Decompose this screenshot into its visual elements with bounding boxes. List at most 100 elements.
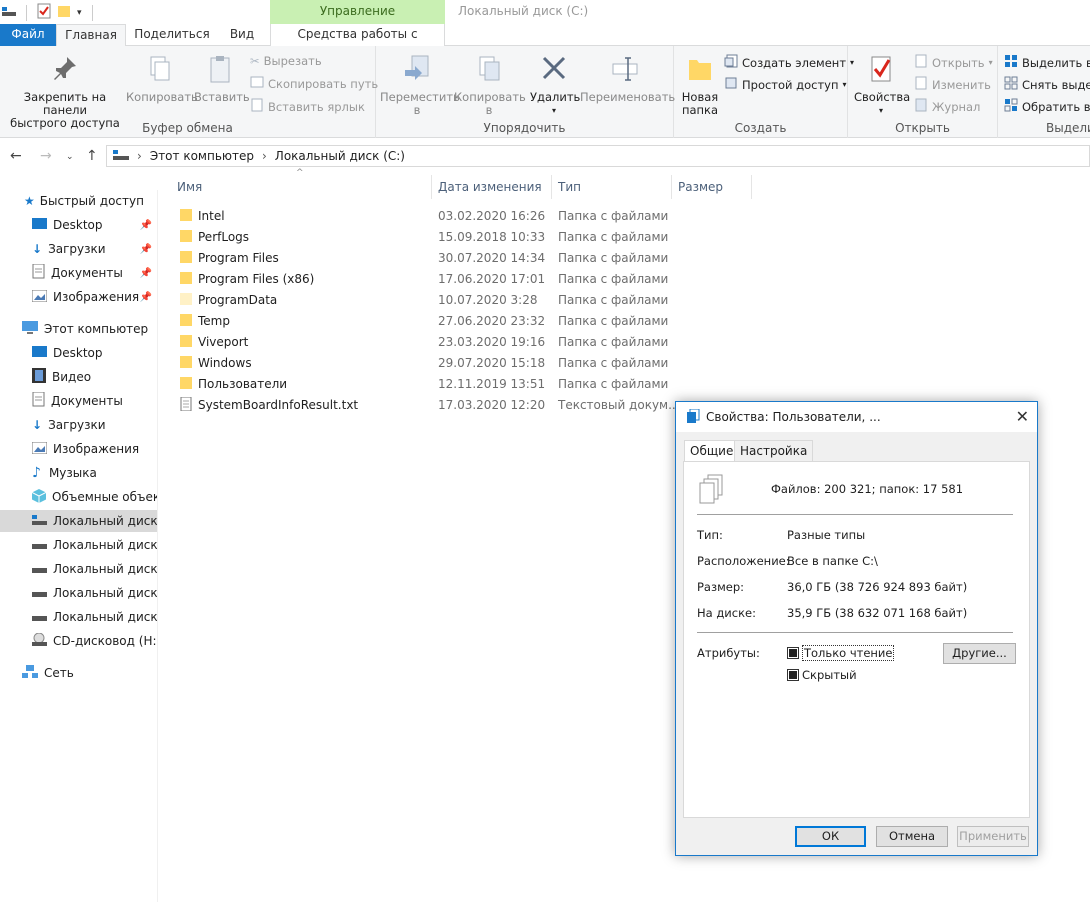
table-row[interactable]: Intel 03.02.2020 16:26 Папка с файлами <box>170 205 670 226</box>
table-row[interactable]: Program Files (x86) 17.06.2020 17:01 Пап… <box>170 268 670 289</box>
sidebar-item-disk-d[interactable]: Локальный диск (D <box>0 534 157 556</box>
new-item-button[interactable]: Создать элемент ▾ <box>724 54 854 71</box>
sidebar-item-pc-desktop[interactable]: Desktop <box>0 342 157 364</box>
move-to-button[interactable]: Переместить в <box>380 54 460 117</box>
file-type: Папка с файлами <box>558 208 669 223</box>
sidebar-item-label: Локальный диск (C <box>53 514 158 528</box>
hidden-checkbox[interactable]: Скрытый <box>787 668 857 682</box>
cancel-button[interactable]: Отмена <box>876 826 948 847</box>
tab-home[interactable]: Главная <box>56 24 126 47</box>
sidebar-item-pc-documents[interactable]: Документы <box>0 390 157 412</box>
copy-path-button[interactable]: Скопировать путь <box>250 76 378 91</box>
recent-dropdown-icon[interactable]: ⌄ <box>66 152 74 162</box>
easy-access-button[interactable]: Простой доступ ▾ <box>724 76 847 93</box>
table-row[interactable]: ProgramData 10.07.2020 3:28 Папка с файл… <box>170 289 670 310</box>
tab-view[interactable]: Вид <box>220 24 264 46</box>
sidebar-item-disk-c[interactable]: Локальный диск (C <box>0 510 158 532</box>
pin-icon[interactable]: 📌 <box>140 292 152 303</box>
delete-button[interactable]: Удалить ▾ <box>530 54 580 117</box>
sidebar-item-pc-downloads[interactable]: ↓ Загрузки <box>0 414 157 436</box>
file-type: Папка с файлами <box>558 292 669 307</box>
sidebar-item-disk-e[interactable]: Локальный диск (E <box>0 558 157 580</box>
properties-check-icon[interactable] <box>37 3 51 22</box>
sidebar-item-this-pc[interactable]: Этот компьютер <box>0 318 157 340</box>
open-button[interactable]: Открыть ▾ <box>914 54 993 71</box>
select-none-label: Снять выдел <box>1022 77 1090 92</box>
sidebar-item-label: Изображения <box>53 442 140 456</box>
sidebar-item-pc-video[interactable]: Видео <box>0 366 157 388</box>
edit-button[interactable]: Изменить <box>914 76 991 93</box>
table-row[interactable]: PerfLogs 15.09.2018 10:33 Папка с файлам… <box>170 226 670 247</box>
sidebar-item-qa-downloads[interactable]: ↓ Загрузки 📌 <box>0 238 157 260</box>
copy-to-icon <box>454 54 524 87</box>
pin-icon[interactable]: 📌 <box>140 244 152 255</box>
address-box[interactable]: › Этот компьютер › Локальный диск (C:) <box>106 145 1090 167</box>
rename-button[interactable]: Переименовать <box>580 54 676 104</box>
table-row[interactable]: Temp 27.06.2020 23:32 Папка с файлами <box>170 310 670 331</box>
table-row[interactable]: Viveport 23.03.2020 19:16 Папка с файлам… <box>170 331 670 352</box>
drive-icon <box>32 586 47 601</box>
table-row[interactable]: SystemBoardInfoResult.txt 17.03.2020 12:… <box>170 394 680 415</box>
sidebar-item-pc-pictures[interactable]: Изображения <box>0 438 157 460</box>
sidebar-item-qa-desktop[interactable]: Desktop 📌 <box>0 214 157 236</box>
breadcrumb-separator-icon[interactable]: › <box>262 149 267 163</box>
pin-quick-access-button[interactable]: Закрепить на панели быстрого доступа <box>6 54 124 130</box>
sidebar-item-disk-f[interactable]: Локальный диск (F <box>0 582 157 604</box>
copy-to-button[interactable]: Копировать в <box>454 54 526 117</box>
back-arrow-icon[interactable]: ← <box>10 148 22 164</box>
size-on-disk-label: На диске: <box>697 606 756 620</box>
sidebar-item-network[interactable]: Сеть <box>0 662 157 684</box>
tab-settings[interactable]: Настройка <box>734 440 814 462</box>
column-header-date[interactable]: Дата изменения <box>432 175 552 199</box>
other-attributes-button[interactable]: Другие... <box>943 643 1016 664</box>
sidebar-item-pc-music[interactable]: ♪ Музыка <box>0 462 157 484</box>
computer-icon <box>113 149 129 164</box>
pin-icon[interactable]: 📌 <box>140 220 152 231</box>
breadcrumb-disk-c[interactable]: Локальный диск (C:) <box>275 149 405 163</box>
sidebar-item-qa-documents[interactable]: Документы 📌 <box>0 262 157 284</box>
breadcrumb-separator-icon[interactable]: › <box>137 149 142 163</box>
sidebar-item-qa-pictures[interactable]: Изображения 📌 <box>0 286 157 308</box>
dialog-title-bar[interactable]: Свойства: Пользователи, ... ✕ <box>676 402 1037 432</box>
new-folder-icon[interactable] <box>57 4 71 21</box>
sidebar-item-cd-drive[interactable]: CD-дисковод (H:) V <box>0 630 157 652</box>
breadcrumb-this-pc[interactable]: Этот компьютер <box>150 149 254 163</box>
history-button[interactable]: Журнал <box>914 98 980 115</box>
select-none-button[interactable]: Снять выдел <box>1004 76 1090 93</box>
apply-button[interactable]: Применить <box>957 826 1029 847</box>
pin-icon[interactable]: 📌 <box>140 268 152 279</box>
file-name: Viveport <box>198 334 249 349</box>
invert-selection-button[interactable]: Обратить вы <box>1004 98 1090 115</box>
sidebar-item-quick-access[interactable]: ★ Быстрый доступ <box>0 190 157 212</box>
properties-button[interactable]: Свойства ▾ <box>854 54 910 117</box>
sidebar-item-pc-3d-objects[interactable]: Объемные объекты <box>0 486 157 508</box>
copy-button[interactable]: Копировать <box>126 54 198 104</box>
readonly-checkbox[interactable]: Только чтение <box>787 645 895 661</box>
rename-label: Переименовать <box>580 90 676 104</box>
type-label: Тип: <box>697 528 723 542</box>
column-header-type[interactable]: Тип <box>552 175 672 199</box>
tab-disk-tools[interactable]: Средства работы с дисками <box>270 24 445 62</box>
file-name: Temp <box>198 313 230 328</box>
table-row[interactable]: Windows 29.07.2020 15:18 Папка с файлами <box>170 352 670 373</box>
delete-dropdown-icon: ▾ <box>551 106 556 115</box>
new-folder-icon <box>678 54 722 87</box>
close-icon[interactable]: ✕ <box>1016 407 1029 426</box>
table-row[interactable]: Program Files 30.07.2020 14:34 Папка с ф… <box>170 247 670 268</box>
up-arrow-icon[interactable]: ↑ <box>86 148 98 164</box>
tab-file[interactable]: Файл <box>0 24 56 46</box>
sidebar-item-disk-g[interactable]: Локальный диск (G <box>0 606 157 628</box>
cut-button[interactable]: ✂ Вырезать <box>250 54 322 68</box>
tab-general[interactable]: Общие <box>684 440 740 463</box>
customize-dropdown-icon[interactable]: ▾ <box>77 8 82 18</box>
column-header-size[interactable]: Размер <box>672 175 752 199</box>
forward-arrow-icon[interactable]: → <box>40 148 52 164</box>
tab-share[interactable]: Поделиться <box>130 24 214 46</box>
ok-button[interactable]: ОК <box>795 826 866 847</box>
select-all-button[interactable]: Выделить вс <box>1004 54 1090 71</box>
column-header-name[interactable]: Имя <box>171 175 432 199</box>
paste-shortcut-button[interactable]: Вставить ярлык <box>250 98 365 115</box>
paste-button[interactable]: Вставить <box>194 54 250 104</box>
table-row[interactable]: Пользователи 12.11.2019 13:51 Папка с фа… <box>170 373 670 394</box>
new-folder-button[interactable]: Новая папка <box>678 54 722 117</box>
